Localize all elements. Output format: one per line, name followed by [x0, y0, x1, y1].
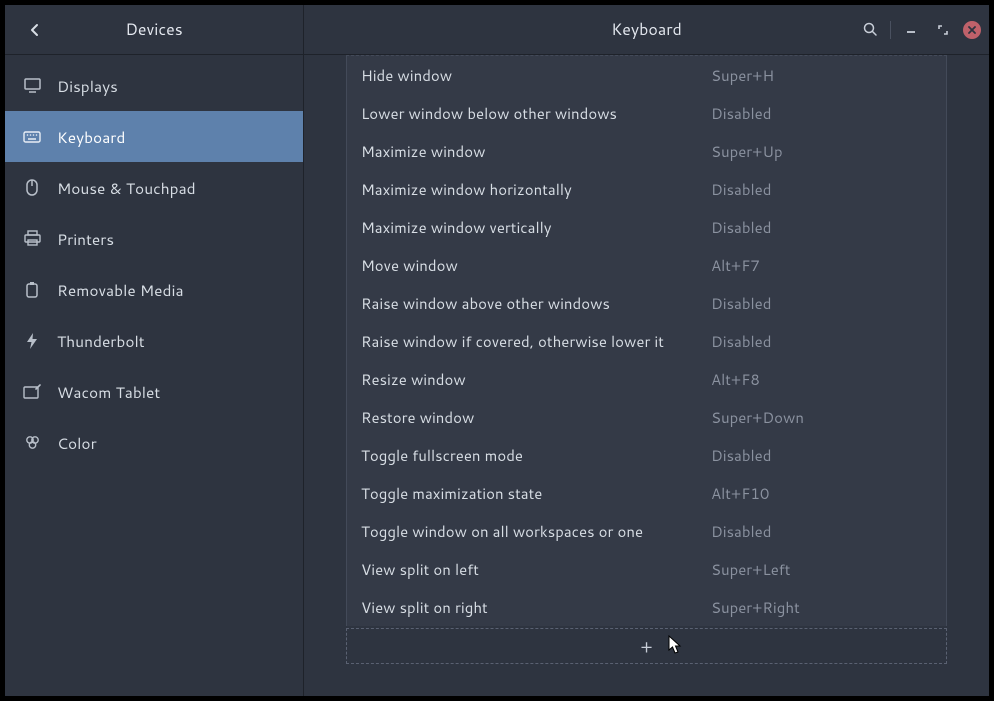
maximize-button[interactable]	[931, 18, 955, 42]
shortcut-row[interactable]: Toggle window on all workspaces or oneDi…	[347, 512, 946, 550]
shortcut-value: Alt+F7	[711, 255, 760, 276]
shortcut-value: Disabled	[711, 521, 771, 542]
sidebar-list: Displays Keyboard Mouse & Touchpad Printers…	[5, 55, 303, 696]
shortcut-row[interactable]: Raise window above other windowsDisabled	[347, 284, 946, 322]
shortcut-value: Disabled	[711, 445, 771, 466]
sidebar-item-label: Printers	[57, 228, 114, 250]
shortcut-value: Super+Down	[711, 407, 804, 428]
shortcut-value: Super+Up	[711, 141, 783, 162]
sidebar: Devices Displays Keyboard Mouse & Touchpad…	[5, 5, 303, 696]
close-button[interactable]	[963, 21, 981, 39]
shortcut-name: Raise window above other windows	[361, 293, 711, 314]
shortcut-value: Super+Left	[711, 559, 790, 580]
sidebar-item-label: Mouse & Touchpad	[57, 177, 196, 199]
shortcut-name: Restore window	[361, 407, 711, 428]
settings-window: Devices Displays Keyboard Mouse & Touchpad…	[5, 5, 989, 696]
shortcut-name: Toggle window on all workspaces or one	[361, 521, 711, 542]
wacom-icon	[23, 383, 41, 401]
shortcut-name: Toggle maximization state	[361, 483, 711, 504]
sidebar-item-label: Displays	[57, 75, 118, 97]
shortcut-row[interactable]: Maximize windowSuper+Up	[347, 132, 946, 170]
sidebar-item-printers[interactable]: Printers	[5, 213, 303, 264]
thunderbolt-icon	[23, 332, 41, 350]
content-area: Hide windowSuper+HLower window below oth…	[304, 55, 989, 696]
back-button[interactable]	[15, 14, 55, 46]
shortcut-value: Disabled	[711, 331, 771, 352]
shortcut-row[interactable]: Maximize window horizontallyDisabled	[347, 170, 946, 208]
header-controls	[858, 18, 981, 42]
minimize-button[interactable]	[899, 18, 923, 42]
shortcut-name: Raise window if covered, otherwise lower…	[361, 331, 711, 352]
displays-icon	[23, 77, 41, 95]
shortcut-row[interactable]: Maximize window verticallyDisabled	[347, 208, 946, 246]
shortcut-name: View split on right	[361, 597, 711, 618]
shortcut-row[interactable]: Restore windowSuper+Down	[347, 398, 946, 436]
shortcut-name: Hide window	[361, 65, 711, 86]
shortcut-value: Disabled	[711, 103, 771, 124]
printer-icon	[23, 230, 41, 248]
sidebar-item-wacom-tablet[interactable]: Wacom Tablet	[5, 366, 303, 417]
shortcut-name: Maximize window	[361, 141, 711, 162]
shortcut-value: Super+Right	[711, 597, 800, 618]
shortcut-row[interactable]: Raise window if covered, otherwise lower…	[347, 322, 946, 360]
sidebar-item-label: Color	[57, 432, 97, 454]
sidebar-item-label: Keyboard	[57, 126, 125, 148]
color-icon	[23, 434, 41, 452]
sidebar-item-label: Thunderbolt	[57, 330, 145, 352]
sidebar-item-thunderbolt[interactable]: Thunderbolt	[5, 315, 303, 366]
maximize-icon	[937, 24, 949, 36]
shortcut-row[interactable]: View split on leftSuper+Left	[347, 550, 946, 588]
main-header: Keyboard	[304, 5, 989, 55]
shortcut-name: Toggle fullscreen mode	[361, 445, 711, 466]
shortcut-row[interactable]: Move windowAlt+F7	[347, 246, 946, 284]
sidebar-item-color[interactable]: Color	[5, 417, 303, 468]
sidebar-item-keyboard[interactable]: Keyboard	[5, 111, 303, 162]
sidebar-header: Devices	[5, 5, 303, 55]
shortcut-list: Hide windowSuper+HLower window below oth…	[346, 55, 947, 626]
search-button[interactable]	[858, 18, 882, 42]
shortcut-name: Maximize window vertically	[361, 217, 711, 238]
removable-icon	[23, 281, 41, 299]
search-icon	[863, 22, 878, 37]
shortcut-row[interactable]: Resize windowAlt+F8	[347, 360, 946, 398]
shortcut-row[interactable]: View split on rightSuper+Right	[347, 588, 946, 626]
shortcut-name: View split on left	[361, 559, 711, 580]
plus-icon: +	[640, 633, 652, 659]
add-shortcut-button[interactable]: +	[346, 628, 947, 664]
shortcut-row[interactable]: Toggle maximization stateAlt+F10	[347, 474, 946, 512]
shortcut-value: Disabled	[711, 217, 771, 238]
sidebar-item-mouse-touchpad[interactable]: Mouse & Touchpad	[5, 162, 303, 213]
header-divider	[890, 21, 891, 39]
shortcut-value: Alt+F8	[711, 369, 760, 390]
main-panel: Keyboard Hide windowSuper+HLower window …	[303, 5, 989, 696]
sidebar-item-removable-media[interactable]: Removable Media	[5, 264, 303, 315]
shortcut-value: Disabled	[711, 179, 771, 200]
shortcut-row[interactable]: Lower window below other windowsDisabled	[347, 94, 946, 132]
close-icon	[968, 26, 976, 34]
mouse-icon	[23, 179, 41, 197]
sidebar-item-label: Removable Media	[57, 279, 184, 301]
shortcut-name: Move window	[361, 255, 711, 276]
minimize-icon	[906, 25, 916, 35]
shortcut-name: Lower window below other windows	[361, 103, 711, 124]
shortcut-row[interactable]: Toggle fullscreen modeDisabled	[347, 436, 946, 474]
sidebar-item-label: Wacom Tablet	[57, 381, 160, 403]
sidebar-item-displays[interactable]: Displays	[5, 60, 303, 111]
shortcut-row[interactable]: Hide windowSuper+H	[347, 56, 946, 94]
shortcut-value: Disabled	[711, 293, 771, 314]
shortcut-value: Alt+F10	[711, 483, 769, 504]
shortcut-name: Resize window	[361, 369, 711, 390]
chevron-left-icon	[30, 23, 40, 37]
keyboard-icon	[23, 128, 41, 146]
shortcut-name: Maximize window horizontally	[361, 179, 711, 200]
shortcut-value: Super+H	[711, 65, 774, 86]
